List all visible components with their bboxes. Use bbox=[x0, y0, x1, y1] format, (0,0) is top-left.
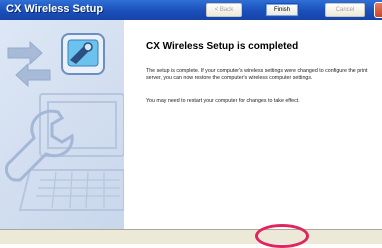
window-title: CX Wireless Setup bbox=[6, 3, 104, 15]
close-button[interactable] bbox=[374, 2, 382, 18]
wizard-side-art bbox=[0, 20, 124, 229]
completion-message: The setup is complete. If your computer'… bbox=[146, 68, 368, 82]
wizard-content: CX Wireless Setup is completed The setup… bbox=[124, 20, 382, 229]
cancel-button[interactable]: Cancel bbox=[325, 3, 365, 17]
button-bar bbox=[0, 229, 382, 244]
restart-note: You may need to restart your computer fo… bbox=[146, 98, 300, 104]
finish-highlight-circle bbox=[255, 224, 309, 248]
finish-button[interactable]: Finish bbox=[265, 3, 299, 17]
back-button[interactable]: < Back bbox=[206, 3, 242, 17]
page-title: CX Wireless Setup is completed bbox=[146, 41, 299, 52]
network-wrench-illustration bbox=[4, 33, 124, 211]
